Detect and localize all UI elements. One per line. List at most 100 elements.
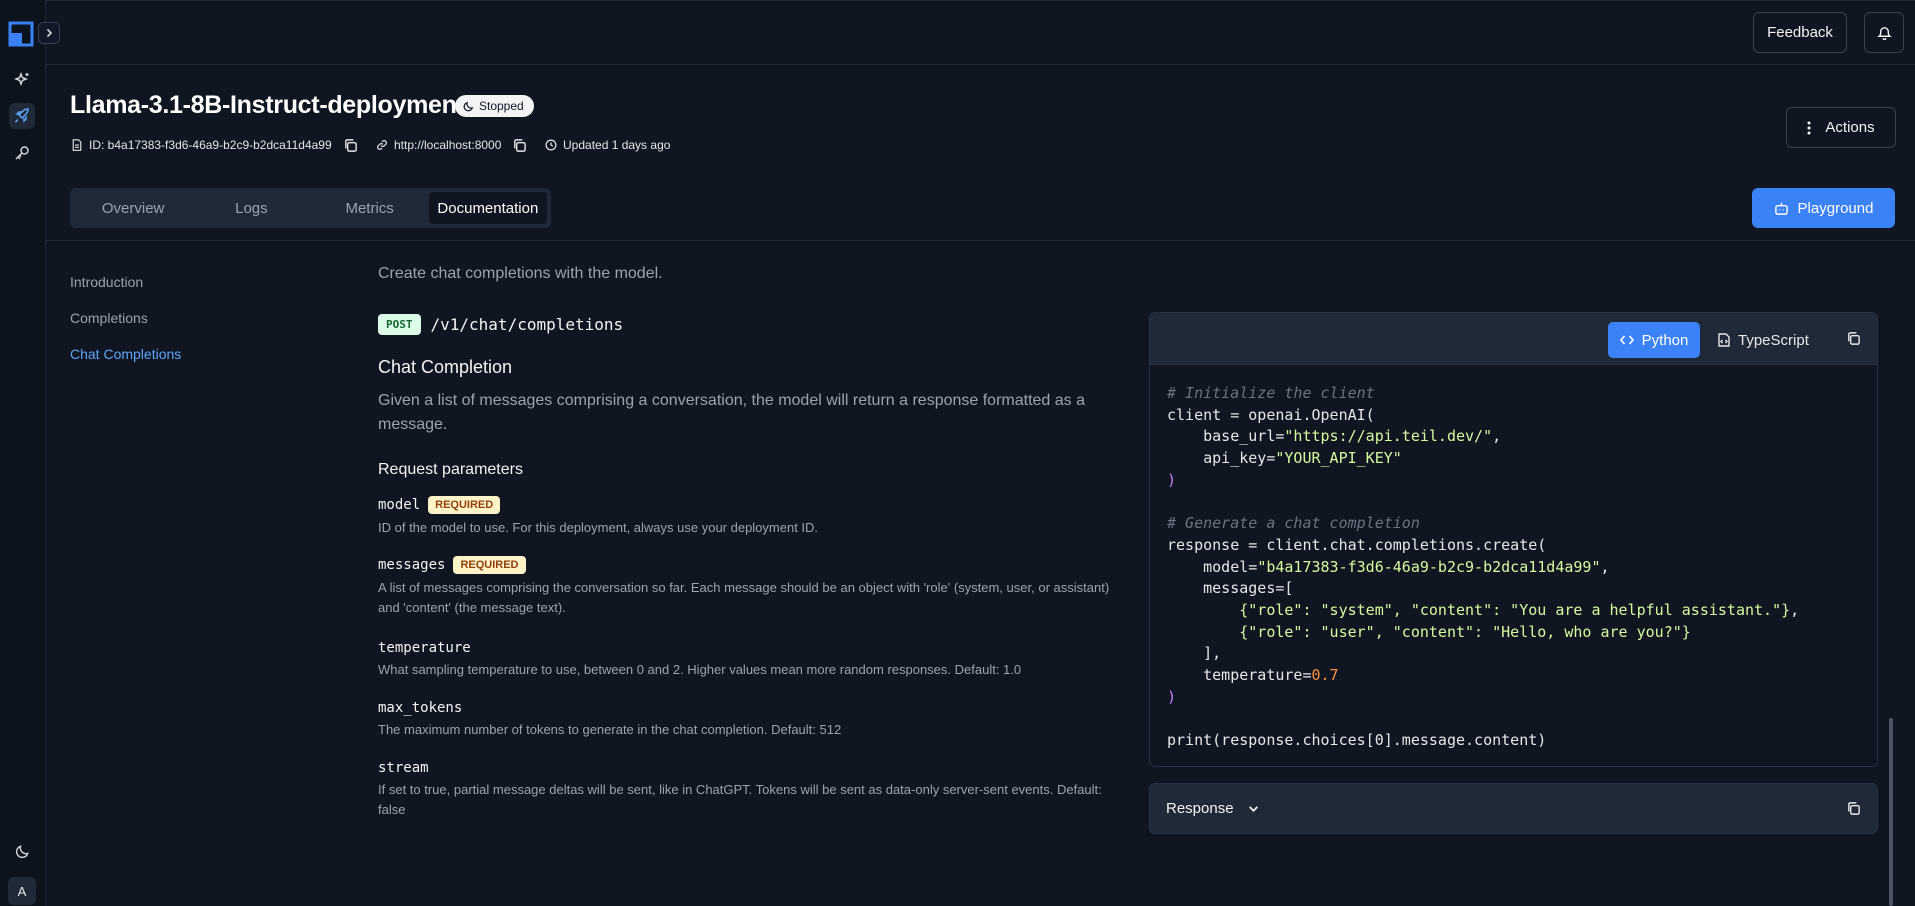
moon-icon	[463, 101, 474, 111]
user-avatar[interactable]: A	[8, 877, 36, 905]
docs-content: Create chat completions with the model. …	[378, 265, 1118, 817]
bell-icon	[1876, 27, 1892, 40]
python-label: Python	[1641, 331, 1689, 349]
param-name: temperature	[378, 640, 471, 656]
tab-logs[interactable]: Logs	[192, 192, 310, 224]
code-comment: # Generate a chat completion	[1167, 514, 1420, 533]
tab-python[interactable]: Python	[1608, 322, 1700, 358]
rocket-icon[interactable]	[9, 103, 35, 129]
code-line: response = client.chat.completions.creat…	[1167, 535, 1547, 554]
section-heading: Chat Completion	[378, 357, 513, 377]
deployment-id-text: ID: b4a17383-f3d6-46a9-b2c9-b2dca11d4a99	[89, 138, 332, 152]
code-key: api_key=	[1167, 449, 1276, 468]
code-string: "YOUR_API_KEY"	[1275, 449, 1402, 468]
param-temperature: temperature What sampling temperature to…	[378, 640, 1118, 680]
left-sidebar: A	[0, 0, 46, 906]
param-description: The maximum number of tokens to generate…	[378, 722, 842, 737]
actions-button[interactable]: Actions	[1786, 107, 1896, 148]
code-string: "b4a17383-f3d6-46a9-b2c9-b2dca11d4a99"	[1257, 557, 1601, 576]
docs-nav-completions[interactable]: Completions	[70, 310, 181, 346]
deployment-id: ID: b4a17383-f3d6-46a9-b2c9-b2dca11d4a99	[71, 138, 332, 152]
param-messages: messages REQUIRED A list of messages comp…	[378, 556, 1118, 618]
response-label: Response	[1166, 800, 1234, 817]
code-block: # Initialize the client client = openai.…	[1167, 384, 1800, 750]
status-label: Stopped	[479, 99, 524, 113]
copy-response-button[interactable]	[1846, 801, 1861, 821]
docs-nav-introduction[interactable]: Introduction	[70, 274, 181, 310]
tab-typescript[interactable]: TypeScript	[1718, 322, 1809, 358]
endpoint: POST /v1/chat/completions	[378, 314, 623, 335]
param-name: stream	[378, 760, 429, 776]
notifications-button[interactable]	[1864, 12, 1904, 53]
header-divider	[46, 240, 1915, 241]
more-vertical-icon	[1807, 121, 1811, 134]
status-badge: Stopped	[455, 95, 534, 117]
param-name: max_tokens	[378, 700, 463, 716]
copy-icon	[1848, 332, 1860, 345]
copy-url-button[interactable]	[512, 138, 527, 158]
playground-label: Playground	[1797, 199, 1874, 217]
page-tabs: Overview Logs Metrics Documentation	[70, 188, 551, 228]
updated-text: Updated 1 days ago	[563, 138, 671, 152]
updated-info: Updated 1 days ago	[545, 138, 670, 152]
theme-toggle-moon-icon[interactable]	[9, 838, 35, 864]
docs-nav-chat-completions[interactable]: Chat Completions	[70, 346, 181, 382]
link-icon	[377, 140, 387, 150]
code-comment: # Initialize the client	[1167, 384, 1375, 402]
chevron-down-icon[interactable]	[1248, 803, 1259, 814]
deployment-url-text: http://localhost:8000	[394, 138, 502, 152]
param-max-tokens: max_tokens The maximum number of tokens …	[378, 700, 1118, 740]
param-description: A list of messages comprising the conver…	[378, 580, 1110, 615]
copy-icon	[345, 139, 357, 152]
file-icon	[72, 139, 82, 151]
param-description: ID of the model to use. For this deploym…	[378, 520, 819, 535]
code-key: model=	[1167, 557, 1258, 576]
endpoint-path: /v1/chat/completions	[430, 315, 624, 334]
file-code-icon	[1718, 333, 1730, 347]
copy-icon	[514, 139, 526, 152]
param-description: If set to true, partial message deltas w…	[378, 782, 1102, 817]
bot-icon	[1774, 202, 1788, 215]
feedback-button[interactable]: Feedback	[1753, 12, 1847, 53]
params-heading: Request parameters	[378, 461, 523, 478]
response-section[interactable]: Response	[1149, 783, 1878, 834]
typescript-label: TypeScript	[1738, 331, 1809, 349]
copy-code-button[interactable]	[1846, 331, 1861, 351]
docs-nav: Introduction Completions Chat Completion…	[70, 274, 181, 382]
required-badge: REQUIRED	[453, 556, 526, 574]
code-line: {"role": "user", "content": "Hello, who …	[1167, 622, 1691, 641]
sparkles-icon[interactable]	[9, 67, 35, 93]
section-lead: Create chat completions with the model.	[378, 265, 663, 282]
param-model: model REQUIRED ID of the model to use. Fo…	[378, 496, 1118, 538]
code-example-panel: Python TypeScript # Initialize the clien…	[1149, 312, 1878, 767]
code-line: print(response.choices[0].message.conten…	[1167, 731, 1547, 750]
key-icon[interactable]	[9, 140, 35, 166]
param-name: messages	[378, 557, 446, 573]
code-number: 0.7	[1311, 666, 1339, 685]
code-line: ],	[1167, 644, 1222, 663]
code-line: messages=[	[1167, 579, 1294, 598]
tab-documentation[interactable]: Documentation	[428, 192, 547, 224]
scrollbar[interactable]	[1889, 718, 1893, 906]
copy-id-button[interactable]	[343, 138, 358, 158]
actions-label: Actions	[1825, 119, 1875, 136]
tab-overview[interactable]: Overview	[74, 192, 192, 224]
tab-metrics[interactable]: Metrics	[311, 192, 429, 224]
code-key: temperature=	[1167, 666, 1312, 685]
code-key: base_url=	[1167, 427, 1285, 446]
code-icon	[1619, 335, 1634, 345]
app-logo-icon[interactable]	[8, 21, 34, 47]
code-header: Python TypeScript	[1150, 313, 1877, 365]
param-stream: stream If set to true, partial message d…	[378, 760, 1118, 820]
required-badge: REQUIRED	[428, 496, 501, 514]
top-bar	[46, 0, 1915, 65]
http-method-badge: POST	[378, 314, 421, 335]
clock-icon	[545, 139, 557, 151]
param-description: What sampling temperature to use, betwee…	[378, 662, 1022, 677]
deployment-url: http://localhost:8000	[376, 138, 501, 152]
section-description: Given a list of messages comprising a co…	[378, 392, 1085, 433]
code-string: "https://api.teil.dev/"	[1284, 427, 1493, 446]
copy-icon	[1848, 802, 1860, 815]
playground-button[interactable]: Playground	[1752, 188, 1895, 228]
page-title: Llama-3.1-8B-Instruct-deployment	[70, 91, 465, 119]
